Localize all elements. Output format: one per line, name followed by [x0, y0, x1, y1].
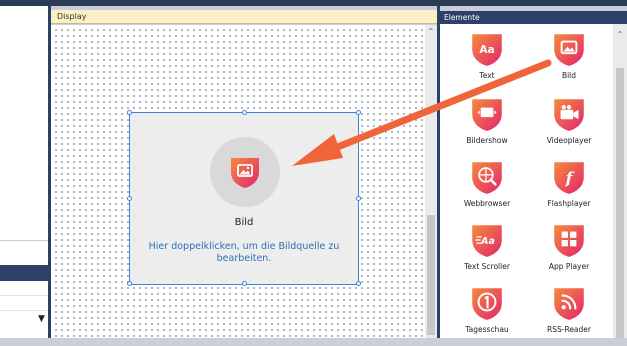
widget-hint: Hier doppelklicken, um die Bildquelle zu…: [148, 241, 340, 264]
element-text[interactable]: Aa Text: [452, 30, 522, 92]
scroll-up-icon[interactable]: ⌃: [613, 30, 627, 39]
svg-text:Aa: Aa: [480, 236, 495, 247]
resize-handle[interactable]: [242, 110, 247, 115]
element-bild[interactable]: Bild: [534, 30, 604, 92]
element-bildershow[interactable]: Bildershow: [452, 95, 522, 157]
element-label: Videoplayer: [546, 136, 592, 145]
element-flashplayer[interactable]: f Flashplayer: [534, 158, 604, 220]
element-label: Flashplayer: [547, 199, 591, 208]
element-tagesschau[interactable]: Tagesschau: [452, 284, 522, 346]
image-icon: [231, 158, 259, 188]
resize-handle[interactable]: [356, 196, 361, 201]
left-panel-divider: [0, 240, 48, 241]
elements-scrollbar[interactable]: ⌃: [613, 24, 627, 338]
rss-icon: [554, 288, 584, 320]
widget-icon-circle: [210, 137, 280, 207]
resize-handle[interactable]: [127, 196, 132, 201]
scroll-up-icon[interactable]: ⌃: [425, 27, 437, 36]
web-browser-icon: [472, 162, 502, 194]
slideshow-icon: [472, 99, 502, 131]
resize-handle[interactable]: [127, 281, 132, 286]
element-label: Text Scroller: [464, 262, 510, 271]
svg-text:Aa: Aa: [479, 44, 494, 56]
element-app-player[interactable]: App Player: [534, 221, 604, 283]
flash-icon: f: [554, 162, 584, 194]
display-scrollbar[interactable]: ⌃: [425, 25, 437, 338]
element-label: Webbrowser: [463, 199, 511, 208]
scrollbar-thumb[interactable]: [427, 215, 435, 335]
left-panel-subheader: [0, 265, 48, 281]
resize-handle[interactable]: [356, 281, 361, 286]
display-panel-header: Display: [51, 10, 437, 24]
elements-panel-header: Elemente: [440, 11, 627, 24]
element-label: Bildershow: [466, 136, 508, 145]
top-bar: [0, 0, 627, 6]
element-label: RSS-Reader: [547, 325, 591, 334]
left-panel: [0, 6, 48, 338]
video-camera-icon: [554, 99, 584, 131]
element-label: Bild: [561, 71, 577, 80]
resize-handle[interactable]: [242, 281, 247, 286]
element-text-scroller[interactable]: Aa Text Scroller: [452, 221, 522, 283]
tagesschau-icon: [472, 288, 502, 320]
chevron-down-icon[interactable]: ▼: [38, 315, 45, 324]
element-rss-reader[interactable]: RSS-Reader: [534, 284, 604, 346]
resize-handle[interactable]: [127, 110, 132, 115]
left-panel-row[interactable]: [0, 295, 48, 310]
resize-handle[interactable]: [356, 110, 361, 115]
widget-title: Bild: [234, 217, 254, 228]
scrollbar-thumb[interactable]: [616, 68, 624, 338]
app-player-icon: [554, 225, 584, 257]
element-label: Tagesschau: [465, 325, 509, 334]
elements-panel: Aa Text Bild Bildershow Videoplayer Webb…: [440, 24, 627, 338]
image-icon: [554, 34, 584, 66]
display-panel-title: Display: [57, 12, 87, 21]
element-videoplayer[interactable]: Videoplayer: [534, 95, 604, 157]
element-webbrowser[interactable]: Webbrowser: [452, 158, 522, 220]
element-label: App Player: [548, 262, 590, 271]
text-scroller-icon: Aa: [472, 225, 502, 257]
elements-panel-title: Elemente: [444, 13, 480, 22]
image-widget[interactable]: Bild Hier doppelklicken, um die Bildquel…: [127, 110, 361, 286]
element-label: Text: [479, 71, 495, 80]
text-icon: Aa: [472, 34, 502, 66]
